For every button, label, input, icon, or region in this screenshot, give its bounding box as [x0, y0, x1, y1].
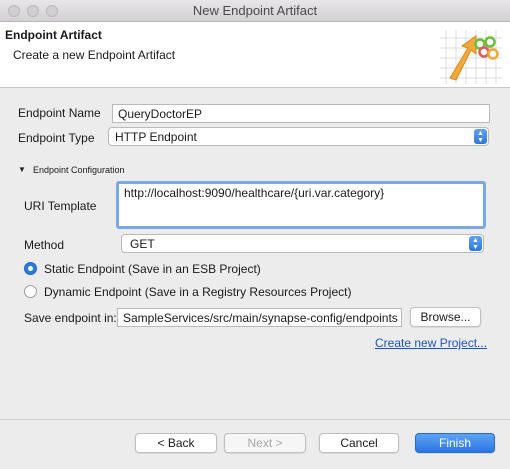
- method-value: GET: [130, 237, 155, 251]
- select-chevron-icon: ▲ ▼: [469, 236, 482, 251]
- save-location-input[interactable]: SampleServices/src/main/synapse-config/e…: [117, 308, 402, 327]
- endpoint-wizard-icon: [440, 30, 502, 84]
- uri-template-input[interactable]: http://localhost:9090/healthcare/{uri.va…: [116, 181, 486, 229]
- uri-template-label: URI Template: [24, 199, 97, 213]
- method-label: Method: [24, 238, 65, 252]
- select-chevron-icon: ▲ ▼: [474, 129, 487, 144]
- wizard-header: Endpoint Artifact Create a new Endpoint …: [0, 22, 510, 88]
- cancel-button[interactable]: Cancel: [319, 433, 399, 453]
- collapse-triangle-icon[interactable]: ▼: [18, 165, 26, 174]
- endpoint-name-label: Endpoint Name: [18, 106, 101, 120]
- title-bar: New Endpoint Artifact: [0, 0, 510, 22]
- endpoint-type-select[interactable]: HTTP Endpoint ▲ ▼: [108, 127, 489, 146]
- save-endpoint-label: Save endpoint in:: [24, 311, 117, 325]
- finish-button[interactable]: Finish: [415, 433, 495, 453]
- static-endpoint-radio[interactable]: [24, 262, 37, 275]
- create-new-project-link[interactable]: Create new Project...: [375, 336, 487, 350]
- section-endpoint-configuration: Endpoint Configuration: [33, 165, 125, 175]
- static-endpoint-label[interactable]: Static Endpoint (Save in an ESB Project): [44, 262, 261, 276]
- endpoint-type-value: HTTP Endpoint: [115, 130, 197, 144]
- header-subtitle: Create a new Endpoint Artifact: [13, 48, 176, 62]
- dynamic-endpoint-radio[interactable]: [24, 285, 37, 298]
- back-button[interactable]: < Back: [135, 433, 217, 453]
- endpoint-type-label: Endpoint Type: [18, 131, 95, 145]
- browse-button[interactable]: Browse...: [410, 307, 481, 327]
- dynamic-endpoint-label[interactable]: Dynamic Endpoint (Save in a Registry Res…: [44, 285, 351, 299]
- method-select[interactable]: GET ▲ ▼: [121, 234, 484, 253]
- header-title: Endpoint Artifact: [5, 28, 102, 42]
- window-title: New Endpoint Artifact: [192, 3, 318, 18]
- next-button[interactable]: Next >: [224, 433, 306, 453]
- footer-divider: [0, 419, 510, 420]
- endpoint-name-input[interactable]: QueryDoctorEP: [112, 104, 490, 123]
